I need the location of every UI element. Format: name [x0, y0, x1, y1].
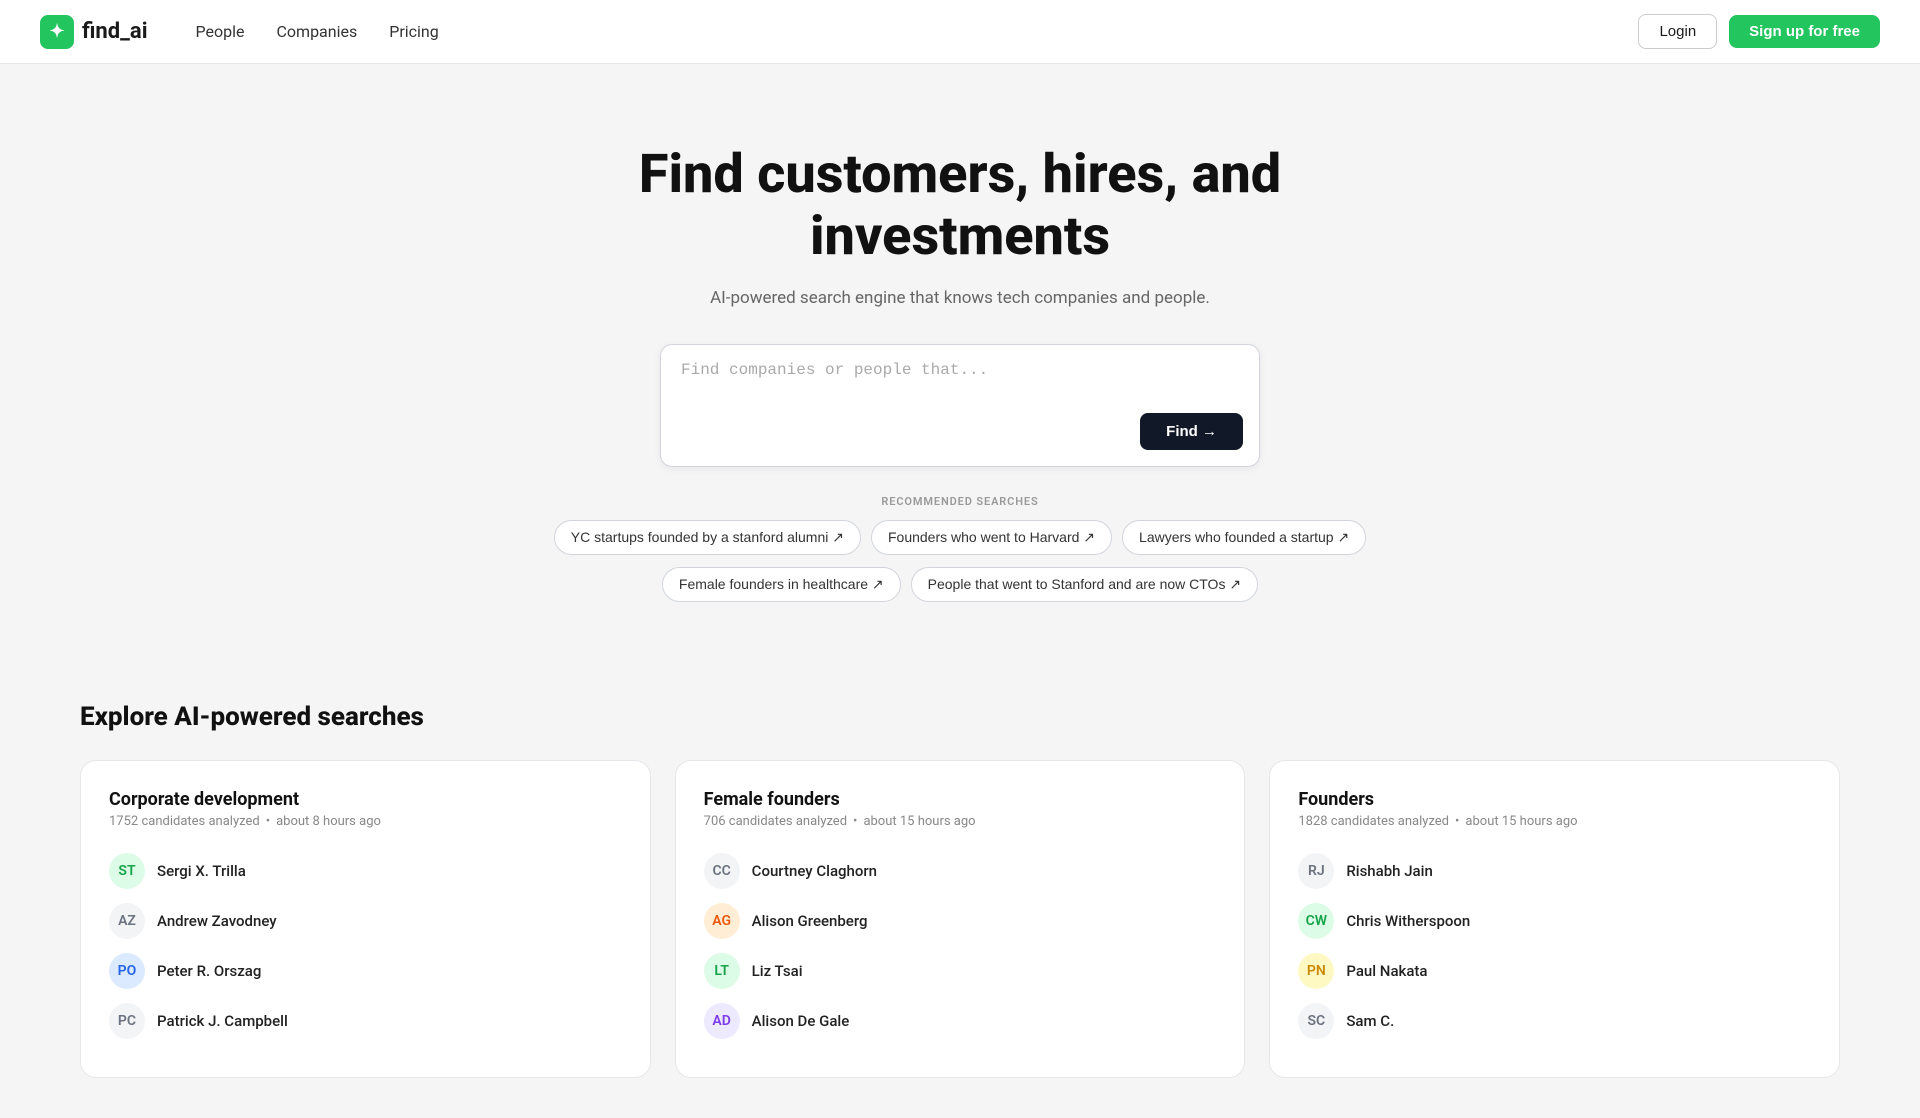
explore-section: Explore AI-powered searches Corporate de…	[0, 662, 1920, 1118]
person-name: Chris Witherspoon	[1346, 912, 1470, 930]
person-row: CW Chris Witherspoon	[1298, 903, 1811, 939]
search-input[interactable]	[681, 361, 1243, 401]
avatar: AG	[704, 903, 740, 939]
person-name: Liz Tsai	[752, 962, 803, 980]
person-row: CC Courtney Claghorn	[704, 853, 1217, 889]
person-row: LT Liz Tsai	[704, 953, 1217, 989]
avatar: PN	[1298, 953, 1334, 989]
avatar: SC	[1298, 1003, 1334, 1039]
avatar: RJ	[1298, 853, 1334, 889]
explore-title: Explore AI-powered searches	[80, 702, 1840, 732]
chip-1[interactable]: Founders who went to Harvard ↗	[871, 520, 1112, 555]
avatar: LT	[704, 953, 740, 989]
nav-pricing[interactable]: Pricing	[389, 22, 439, 41]
brand-name: find_ai	[82, 19, 148, 44]
recommended-searches: RECOMMENDED SEARCHES YC startups founded…	[554, 495, 1366, 602]
person-row: ST Sergi X. Trilla	[109, 853, 622, 889]
logo[interactable]: ✦ find_ai	[40, 15, 148, 49]
avatar: PC	[109, 1003, 145, 1039]
avatar: CC	[704, 853, 740, 889]
person-row: PC Patrick J. Campbell	[109, 1003, 622, 1039]
chip-2[interactable]: Lawyers who founded a startup ↗	[1122, 520, 1366, 555]
person-name: Andrew Zavodney	[157, 912, 277, 930]
person-row: SC Sam C.	[1298, 1003, 1811, 1039]
person-name: Paul Nakata	[1346, 962, 1427, 980]
nav-links: People Companies Pricing	[196, 22, 1639, 41]
person-name: Alison De Gale	[752, 1012, 850, 1030]
person-name: Peter R. Orszag	[157, 962, 261, 980]
avatar: AD	[704, 1003, 740, 1039]
card-title: Female founders	[704, 789, 1217, 810]
person-row: AD Alison De Gale	[704, 1003, 1217, 1039]
person-row: PO Peter R. Orszag	[109, 953, 622, 989]
hero-subtext: AI-powered search engine that knows tech…	[710, 288, 1210, 308]
avatar: PO	[109, 953, 145, 989]
avatar: ST	[109, 853, 145, 889]
person-name: Patrick J. Campbell	[157, 1012, 288, 1030]
avatar: CW	[1298, 903, 1334, 939]
chip-0[interactable]: YC startups founded by a stanford alumni…	[554, 520, 861, 555]
login-button[interactable]: Login	[1638, 14, 1717, 49]
chip-3[interactable]: Female founders in healthcare ↗	[662, 567, 901, 602]
card-meta: 1828 candidates analyzed•about 15 hours …	[1298, 814, 1811, 829]
explore-card-female-founders[interactable]: Female founders 706 candidates analyzed•…	[675, 760, 1246, 1078]
nav-people[interactable]: People	[196, 22, 245, 41]
explore-card-founders[interactable]: Founders 1828 candidates analyzed•about …	[1269, 760, 1840, 1078]
hero-heading: Find customers, hires, and investments	[639, 144, 1281, 268]
search-footer: Find →	[681, 413, 1243, 450]
explore-card-corporate-development[interactable]: Corporate development 1752 candidates an…	[80, 760, 651, 1078]
person-row: PN Paul Nakata	[1298, 953, 1811, 989]
chips-row-2: Female founders in healthcare ↗ People t…	[662, 567, 1258, 602]
card-title: Founders	[1298, 789, 1811, 810]
logo-icon: ✦	[40, 15, 74, 49]
person-name: Sam C.	[1346, 1012, 1394, 1030]
nav-actions: Login Sign up for free	[1638, 14, 1880, 49]
navbar: ✦ find_ai People Companies Pricing Login…	[0, 0, 1920, 64]
person-row: AZ Andrew Zavodney	[109, 903, 622, 939]
hero-section: Find customers, hires, and investments A…	[0, 64, 1920, 662]
person-name: Rishabh Jain	[1346, 862, 1433, 880]
card-title: Corporate development	[109, 789, 622, 810]
nav-companies[interactable]: Companies	[277, 22, 358, 41]
person-name: Sergi X. Trilla	[157, 862, 246, 880]
person-name: Courtney Claghorn	[752, 862, 877, 880]
card-meta: 706 candidates analyzed•about 15 hours a…	[704, 814, 1217, 829]
recommended-label: RECOMMENDED SEARCHES	[881, 495, 1038, 508]
chips-row-1: YC startups founded by a stanford alumni…	[554, 520, 1366, 555]
avatar: AZ	[109, 903, 145, 939]
card-meta: 1752 candidates analyzed•about 8 hours a…	[109, 814, 622, 829]
cards-row: Corporate development 1752 candidates an…	[80, 760, 1840, 1078]
person-name: Alison Greenberg	[752, 912, 868, 930]
person-row: RJ Rishabh Jain	[1298, 853, 1811, 889]
search-box: Find →	[660, 344, 1260, 467]
find-button[interactable]: Find →	[1140, 413, 1243, 450]
person-row: AG Alison Greenberg	[704, 903, 1217, 939]
signup-button[interactable]: Sign up for free	[1729, 15, 1880, 48]
chip-4[interactable]: People that went to Stanford and are now…	[911, 567, 1258, 602]
